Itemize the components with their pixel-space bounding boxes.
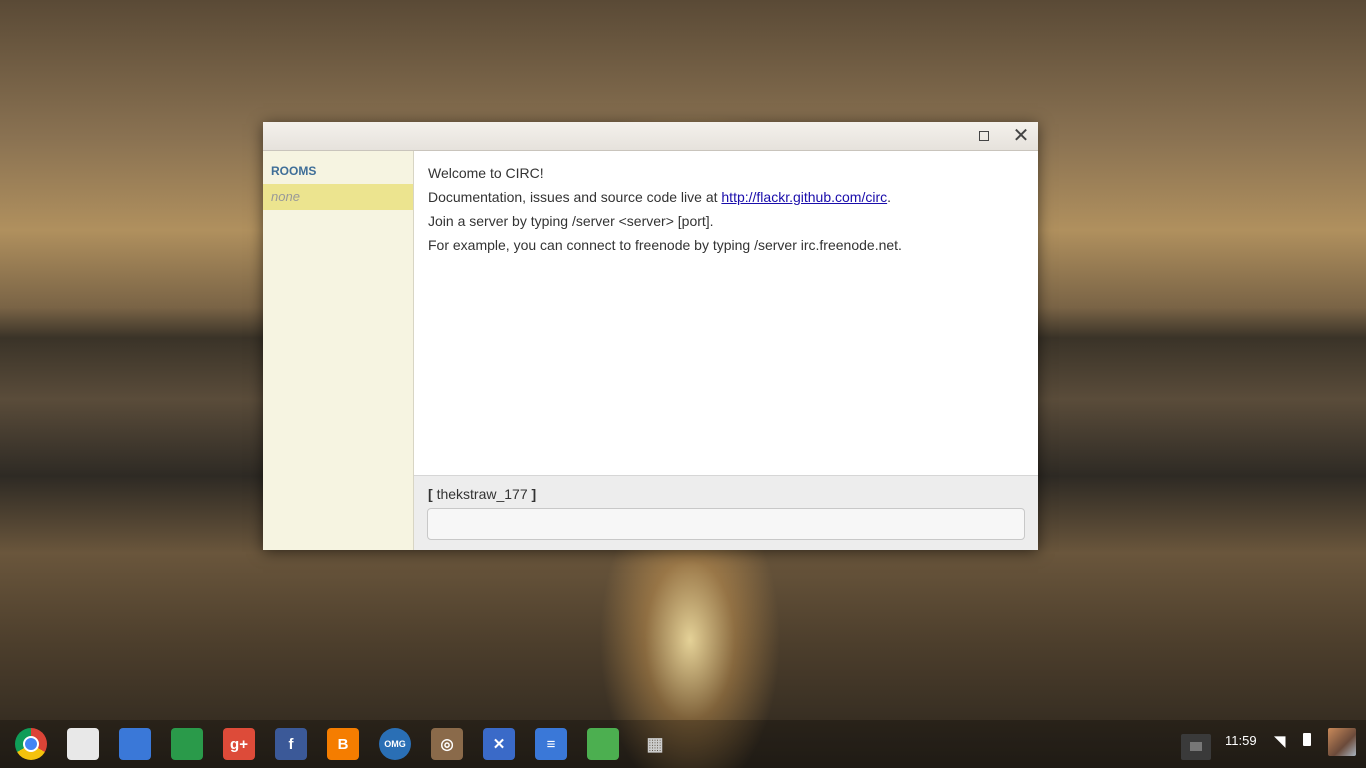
message-text: Documentation, issues and source code li… [428, 189, 722, 205]
facebook-icon[interactable]: f [275, 728, 307, 760]
maximize-button[interactable] [967, 122, 1001, 150]
close-button[interactable]: ✕ [1004, 122, 1038, 150]
rooms-sidebar: ROOMS none [263, 151, 414, 550]
status-area[interactable]: 11:59 ◥ [1176, 720, 1366, 768]
clock: 11:59 [1225, 733, 1257, 748]
message-text: . [887, 189, 892, 205]
maximize-icon [979, 131, 989, 141]
rooms-title: ROOMS [271, 164, 317, 178]
message-pane: Welcome to CIRC! Documentation, issues a… [414, 151, 1038, 475]
drive-icon[interactable] [171, 728, 203, 760]
app-launcher-icon[interactable]: ▦ [639, 728, 671, 760]
chat-input[interactable] [427, 508, 1025, 540]
google-plus-icon[interactable]: g+ [223, 728, 255, 760]
nick-name: thekstraw_177 [436, 486, 528, 502]
avatar[interactable] [1328, 728, 1356, 756]
message: For example, you can connect to freenode… [428, 237, 902, 253]
files-icon[interactable] [119, 728, 151, 760]
web-store-icon[interactable] [67, 728, 99, 760]
message: Join a server by typing /server <server>… [428, 213, 714, 229]
input-area: [ thekstraw_177 ] [414, 475, 1038, 550]
close-icon: ✕ [1012, 125, 1030, 147]
message: Welcome to CIRC! [428, 165, 544, 181]
tools-icon[interactable]: ✕ [483, 728, 515, 760]
blogger-icon[interactable]: B [327, 728, 359, 760]
circ-window: ✕ ROOMS none Welcome to CIRC! Documentat… [263, 122, 1038, 550]
circ-link[interactable]: http://flackr.github.com/circ [721, 189, 887, 205]
wifi-icon: ◥ [1274, 733, 1286, 750]
message: Documentation, issues and source code li… [428, 185, 1024, 209]
notification-icon[interactable] [1181, 734, 1211, 760]
nick-bracket-open: [ [428, 486, 433, 502]
chrome-remote-icon[interactable] [587, 728, 619, 760]
omg-chrome-icon[interactable]: OMG [379, 728, 411, 760]
instagram-icon[interactable]: ◎ [431, 728, 463, 760]
room-item[interactable]: none [263, 184, 413, 210]
nick-label: [ thekstraw_177 ] [428, 486, 536, 502]
battery-icon [1303, 733, 1311, 746]
chrome-icon[interactable] [15, 728, 47, 760]
shelf: g+ f B OMG ◎ ✕ ≡ ▦ 11:59 ◥ [0, 720, 1366, 768]
title-bar[interactable]: ✕ [263, 122, 1038, 151]
nick-bracket-close: ] [531, 486, 537, 502]
docs-icon[interactable]: ≡ [535, 728, 567, 760]
